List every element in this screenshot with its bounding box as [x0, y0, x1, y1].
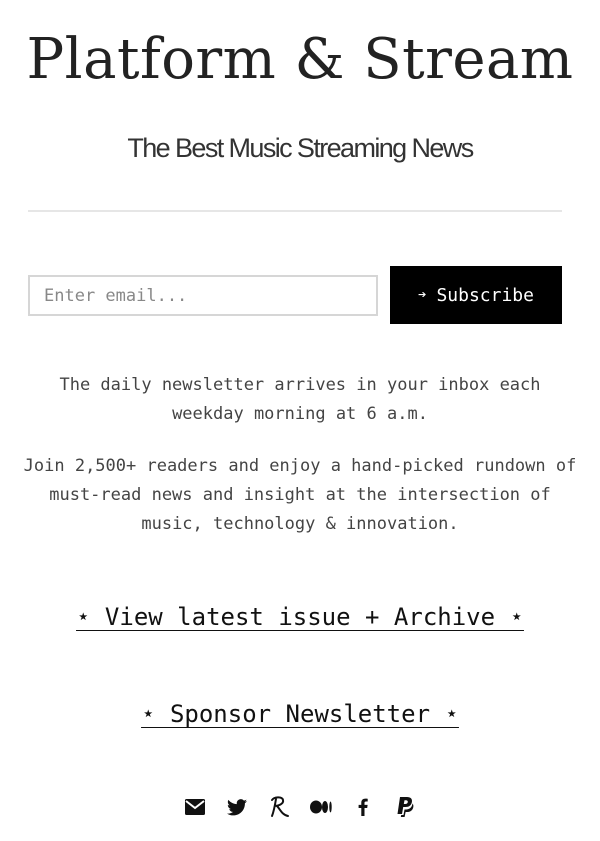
- twitter-icon[interactable]: [226, 796, 248, 818]
- paypal-icon[interactable]: [394, 796, 416, 818]
- social-links: [0, 794, 600, 820]
- header-divider: [28, 210, 562, 212]
- latest-issue-row: ⋆ View latest issue + Archive ⋆: [0, 601, 600, 633]
- newsletter-pitch-text: Join 2,500+ readers and enjoy a hand-pic…: [23, 456, 577, 534]
- email-input[interactable]: [28, 275, 378, 316]
- site-title: Platform & Stream: [26, 27, 574, 92]
- subscribe-button-label: Subscribe: [436, 284, 534, 306]
- revue-icon[interactable]: [268, 796, 290, 818]
- view-latest-issue-link[interactable]: ⋆ View latest issue + Archive ⋆: [76, 603, 524, 631]
- site-tagline: The Best Music Streaming News: [127, 133, 474, 163]
- facebook-icon[interactable]: [352, 796, 374, 818]
- medium-icon[interactable]: [310, 796, 332, 818]
- sponsor-newsletter-link[interactable]: ⋆ Sponsor Newsletter ⋆: [141, 700, 459, 728]
- subscribe-button[interactable]: ➔ Subscribe: [390, 266, 562, 324]
- email-icon[interactable]: [184, 796, 206, 818]
- sponsor-row: ⋆ Sponsor Newsletter ⋆: [0, 698, 600, 730]
- arrow-right-icon: ➔: [418, 287, 427, 303]
- newsletter-schedule-text: The daily newsletter arrives in your inb…: [59, 375, 541, 424]
